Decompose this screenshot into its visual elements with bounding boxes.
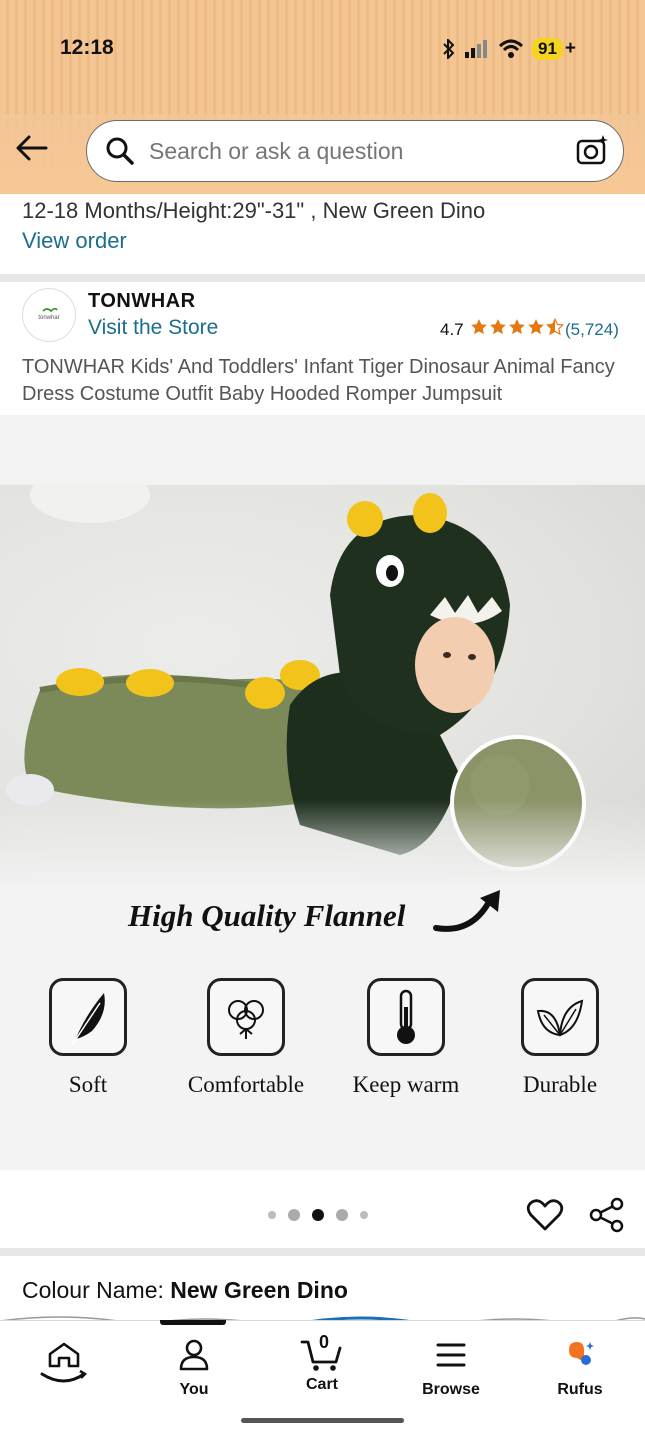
nav-cart[interactable]: 0 Cart — [272, 1332, 372, 1394]
section-divider — [0, 274, 645, 282]
nav-label: Cart — [305, 1376, 338, 1393]
search-icon — [106, 137, 134, 165]
share-button[interactable] — [588, 1196, 626, 1239]
feature-keep-warm: Keep warm — [326, 978, 486, 1098]
image-tagline: High Quality Flannel — [128, 898, 406, 933]
back-button[interactable] — [14, 130, 54, 166]
feature-label: Durable — [522, 1072, 598, 1097]
nav-label: Browse — [422, 1381, 480, 1398]
nav-home[interactable] — [14, 1338, 114, 1399]
carousel-dot[interactable] — [268, 1211, 276, 1219]
carousel-dot[interactable] — [360, 1211, 368, 1219]
menu-icon — [436, 1343, 466, 1367]
person-icon — [179, 1339, 209, 1371]
product-title: TONWHAR Kids' And Toddlers' Infant Tiger… — [22, 356, 615, 405]
charging-icon: + — [564, 38, 577, 59]
feature-durable: Durable — [480, 978, 640, 1098]
store-logo[interactable]: tonwhar — [22, 288, 76, 342]
section-divider — [0, 1248, 645, 1256]
nav-browse[interactable]: Browse — [401, 1338, 501, 1399]
nav-label: You — [179, 1381, 209, 1398]
star-icon — [528, 319, 544, 335]
feather-icon — [71, 993, 105, 1046]
visit-store-link[interactable]: Visit the Store — [88, 316, 218, 340]
rating-stars[interactable] — [470, 318, 564, 336]
leaf-icon — [536, 999, 584, 1037]
carousel-dot[interactable] — [336, 1209, 348, 1221]
home-indicator[interactable] — [241, 1418, 404, 1423]
nav-rufus[interactable]: Rufus — [530, 1338, 630, 1399]
home-icon — [40, 1342, 88, 1383]
store-logo-mark: tonwhar — [38, 307, 60, 321]
feature-soft: Soft — [8, 978, 168, 1098]
feature-label: Soft — [68, 1072, 108, 1097]
rating-count-link[interactable]: (5,724) — [565, 320, 619, 340]
nav-you[interactable]: You — [144, 1338, 244, 1399]
star-icon — [509, 319, 525, 335]
search-input[interactable] — [149, 121, 549, 181]
feature-label: Keep warm — [352, 1072, 460, 1097]
carousel-dot[interactable] — [288, 1209, 300, 1221]
feature-box — [521, 978, 599, 1056]
thermometer-icon — [397, 989, 415, 1044]
carousel-indicator[interactable] — [268, 1209, 368, 1221]
photo-fade — [0, 800, 645, 890]
colour-name: Colour Name: New Green Dino — [22, 1277, 348, 1304]
star-icon — [471, 319, 487, 335]
heart-icon — [526, 1199, 564, 1231]
order-size-text: 12-18 Months/Height:29"-31" , New Green … — [22, 198, 486, 223]
share-icon — [589, 1197, 624, 1233]
curved-arrow-icon — [433, 890, 500, 932]
feature-box — [49, 978, 127, 1056]
cotton-icon — [228, 1000, 264, 1039]
half-star-icon — [546, 318, 564, 336]
nav-label: Rufus — [557, 1381, 603, 1398]
feature-box — [367, 978, 445, 1056]
wishlist-button[interactable] — [526, 1196, 564, 1239]
active-tab-indicator — [160, 1320, 226, 1325]
star-icon — [490, 319, 506, 335]
feature-comfortable: Comfortable — [166, 978, 326, 1098]
bluetooth-icon — [443, 39, 455, 59]
camera-search-icon[interactable] — [575, 133, 609, 167]
store-logo-text: tonwhar — [38, 315, 59, 321]
carousel-dot-active[interactable] — [312, 1209, 324, 1221]
view-order-link[interactable]: View order — [22, 228, 127, 254]
rating-value: 4.7 — [440, 320, 464, 339]
cart-icon-wrapper: 0 — [272, 1332, 372, 1372]
feature-label: Comfortable — [187, 1072, 305, 1097]
colour-name-value: New Green Dino — [170, 1277, 348, 1303]
wifi-icon — [498, 39, 524, 58]
battery-level: 91 — [532, 38, 563, 60]
feature-box — [207, 978, 285, 1056]
rufus-icon — [569, 1342, 594, 1365]
search-bar[interactable] — [86, 120, 624, 182]
signal-icon — [465, 40, 487, 58]
status-icons: 91 + — [442, 38, 576, 60]
back-arrow-icon — [16, 135, 48, 161]
cart-count: 0 — [319, 1332, 330, 1352]
colour-name-label: Colour Name: — [22, 1277, 171, 1303]
store-name: TONWHAR — [88, 290, 196, 312]
status-time: 12:18 — [60, 36, 114, 59]
